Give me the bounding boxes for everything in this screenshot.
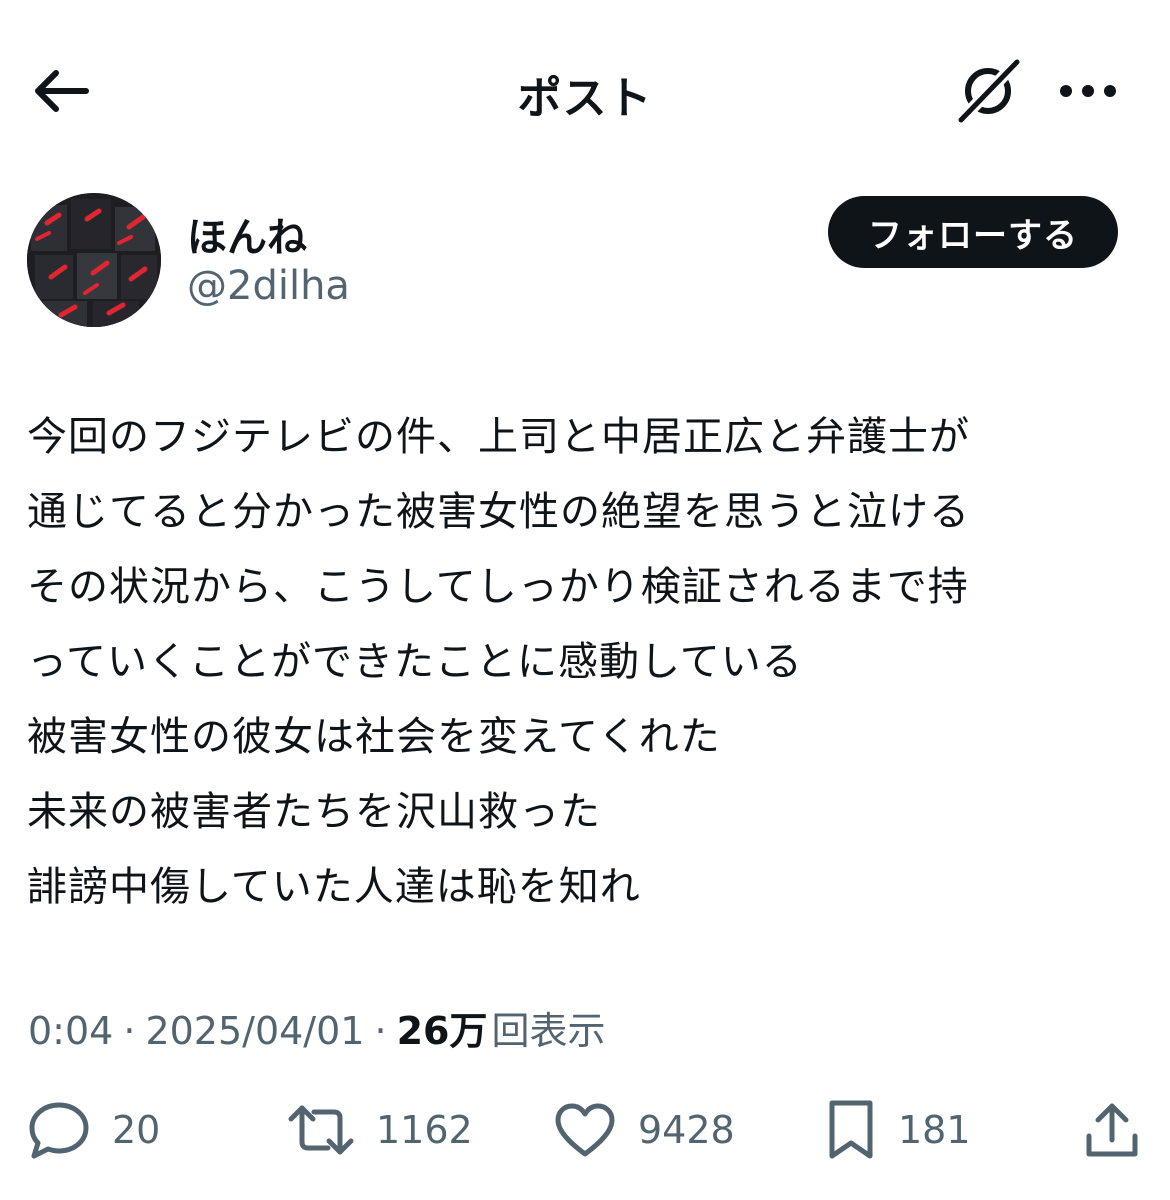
author-display-name[interactable]: ほんね <box>187 205 307 263</box>
meta-separator: · <box>123 1009 136 1053</box>
more-button[interactable] <box>1052 58 1124 124</box>
bookmark-count: 181 <box>898 1108 971 1152</box>
views-label[interactable]: 回表示 <box>491 1000 605 1055</box>
action-bar: 20 1162 9428 181 <box>0 1090 1170 1170</box>
grok-icon <box>955 58 1025 124</box>
more-horizontal-icon <box>1059 84 1117 98</box>
header-bar: ポスト <box>0 0 1170 180</box>
tweet-text: 今回のフジテレビの件、上司と中居正広と弁護士が 通じてると分かった被害女性の絶望… <box>27 414 970 910</box>
like-button[interactable]: 9428 <box>554 1090 735 1170</box>
author-handle[interactable]: @2dilha <box>187 263 350 309</box>
follow-button[interactable]: フォローする <box>828 196 1118 268</box>
repost-count: 1162 <box>376 1108 473 1152</box>
like-count: 9428 <box>638 1108 735 1152</box>
share-icon <box>1084 1100 1140 1160</box>
views-count[interactable]: 26万 <box>397 1000 488 1055</box>
reply-button[interactable]: 20 <box>28 1090 160 1170</box>
tweet-meta: 0:04 · 2025/04/01 · 26万 回表示 <box>28 1000 605 1055</box>
tweet-date: 2025/04/01 <box>145 1009 365 1053</box>
share-button[interactable] <box>1084 1090 1140 1170</box>
bookmark-button[interactable]: 181 <box>826 1090 971 1170</box>
tweet-time: 0:04 <box>28 1009 114 1053</box>
meta-separator: · <box>374 1009 387 1053</box>
reply-count: 20 <box>112 1108 161 1152</box>
grok-button[interactable] <box>954 58 1026 124</box>
reply-icon <box>28 1101 90 1159</box>
repost-icon <box>288 1102 354 1158</box>
avatar[interactable] <box>27 193 161 327</box>
bookmark-icon <box>826 1099 876 1161</box>
repost-button[interactable]: 1162 <box>288 1090 473 1170</box>
heart-icon <box>554 1102 616 1158</box>
